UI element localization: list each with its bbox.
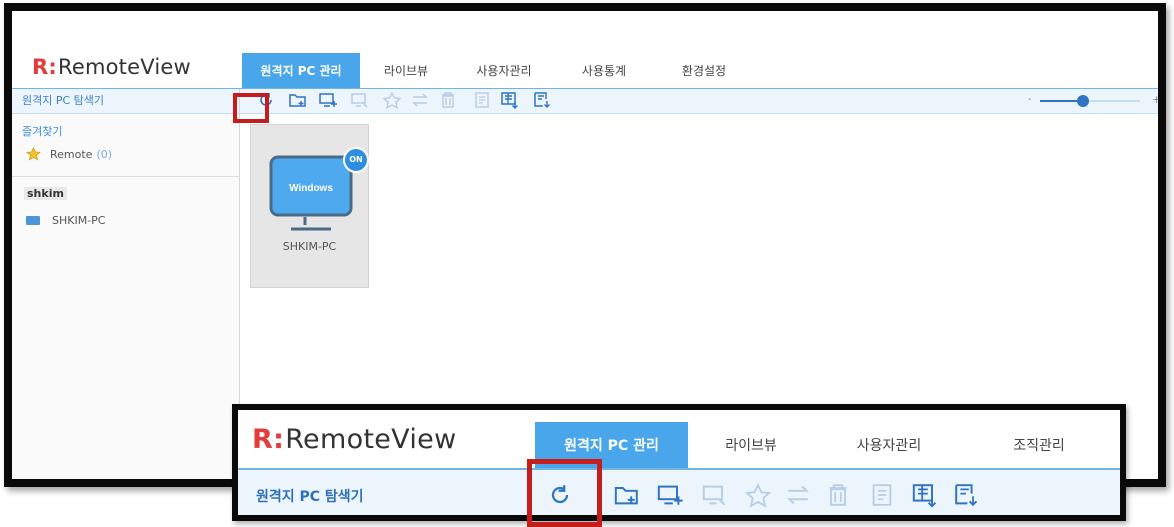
tab-usage-statistics[interactable]: 사용통계 — [556, 53, 652, 88]
highlight-box-refresh — [233, 93, 269, 123]
status-badge-text: ON — [349, 155, 363, 164]
memo-icon — [475, 92, 489, 108]
favorite-label: Remote — [50, 147, 93, 161]
sidebar-item-shkim-pc[interactable]: SHKIM-PC — [12, 201, 239, 227]
zoom-in-button[interactable]: + — [1152, 93, 1158, 106]
os-label: Windows — [289, 183, 333, 194]
zoomed-inset: R:RemoteView 원격지 PC 관리 라이브뷰 사용자관리 조직관리 원… — [232, 404, 1126, 521]
zoomed-tab-org-management[interactable]: 조직관리 — [964, 422, 1114, 468]
logo: R:RemoteView — [32, 55, 191, 79]
favorite-item-remote[interactable]: Remote (0) — [12, 139, 239, 161]
pc-label: SHKIM-PC — [52, 214, 106, 227]
zoom-slider[interactable] — [1040, 95, 1140, 107]
logo-colon: : — [48, 55, 57, 79]
zoom-slider-thumb[interactable] — [1077, 95, 1089, 107]
export-list-icon[interactable] — [500, 91, 520, 109]
user-group-shkim[interactable]: shkim — [24, 187, 67, 200]
tab-settings[interactable]: 환경설정 — [652, 53, 756, 88]
zoomed-add-group-icon[interactable] — [613, 482, 641, 508]
main-tabs: 원격지 PC 관리 라이브뷰 사용자관리 사용통계 환경설정 — [242, 53, 756, 88]
highlight-box-refresh-zoomed — [527, 459, 602, 527]
tab-user-management[interactable]: 사용자관리 — [452, 53, 556, 88]
zoomed-export-list-icon[interactable] — [911, 482, 939, 508]
tab-liveview[interactable]: 라이브뷰 — [360, 53, 452, 88]
add-group-icon[interactable] — [288, 91, 308, 109]
zoom-out-button[interactable]: - — [1028, 94, 1032, 105]
zoomed-tab-liveview[interactable]: 라이브뷰 — [688, 422, 814, 468]
status-badge: ON — [343, 147, 369, 173]
zoomed-delete-icon — [829, 484, 847, 506]
tab-remote-pc-management[interactable]: 원격지 PC 관리 — [242, 53, 360, 88]
sidebar-divider — [12, 176, 239, 177]
zoomed-swap-icon — [787, 485, 809, 505]
zoomed-header: R:RemoteView 원격지 PC 관리 라이브뷰 사용자관리 조직관리 — [238, 410, 1120, 470]
zoomed-favorite-icon — [744, 483, 772, 508]
swap-icon — [412, 93, 428, 107]
zoomed-logo-text: RemoteView — [285, 424, 457, 455]
import-list-icon[interactable] — [532, 91, 552, 109]
logo-text: RemoteView — [57, 55, 191, 79]
favorites-header: 즐겨찾기 — [22, 125, 63, 138]
zoomed-add-pc-icon[interactable] — [656, 482, 684, 508]
zoomed-logo-colon: : — [273, 424, 285, 455]
move-pc-icon — [351, 93, 368, 108]
zoomed-move-pc-icon — [702, 485, 726, 506]
add-pc-icon[interactable] — [318, 91, 338, 109]
logo-mark: R — [32, 55, 49, 79]
star-icon — [26, 147, 41, 161]
zoomed-import-list-icon[interactable] — [952, 482, 980, 508]
zoomed-memo-icon — [872, 484, 892, 506]
header: R:RemoteView 원격지 PC 관리 라이브뷰 사용자관리 사용통계 환… — [12, 11, 1158, 89]
zoomed-tab-user-management[interactable]: 사용자관리 — [814, 422, 964, 468]
zoomed-toolbar-title: 원격지 PC 탐색기 — [256, 489, 364, 505]
favorite-count: (0) — [96, 147, 113, 161]
zoomed-logo: R:RemoteView — [252, 424, 456, 455]
sidebar: 원격지 PC 탐색기 즐겨찾기 Remote (0) shkim SHKIM-P… — [12, 89, 240, 479]
zoomed-toolbar: 원격지 PC 탐색기 — [238, 470, 1120, 515]
monitor-icon — [26, 216, 40, 225]
delete-icon — [442, 92, 454, 108]
sidebar-title: 원격지 PC 탐색기 — [12, 89, 239, 114]
pc-tile-name: SHKIM-PC — [282, 240, 337, 253]
toolbar: - + — [240, 89, 1158, 114]
zoomed-tabs: 원격지 PC 관리 라이브뷰 사용자관리 조직관리 — [535, 422, 1114, 468]
pc-tile-shkim-pc[interactable]: Windows ON SHKIM-PC — [250, 124, 369, 288]
zoomed-logo-mark: R — [252, 424, 274, 455]
favorite-icon — [382, 91, 402, 109]
